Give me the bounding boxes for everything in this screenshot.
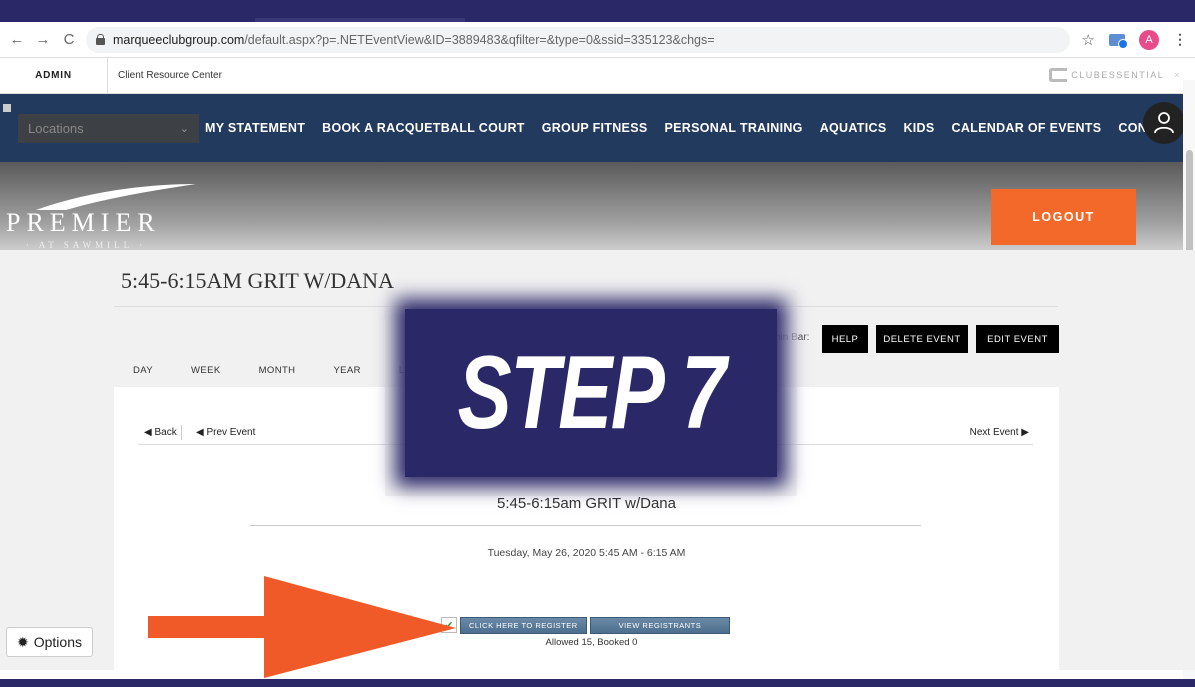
event-name-divider (250, 525, 921, 526)
link-divider (181, 425, 182, 440)
clubessential-logo-icon (1049, 68, 1068, 82)
register-button[interactable]: CLICK HERE TO REGISTER (460, 617, 587, 634)
step-overlay: STEP 7 (385, 290, 797, 496)
register-row: ✔ CLICK HERE TO REGISTER VIEW REGISTRANT… (441, 617, 731, 634)
tab-day[interactable]: DAY (133, 365, 153, 376)
step-badge: STEP 7 (405, 309, 777, 477)
gear-icon: ✹ (17, 633, 29, 650)
nav-link-group-fitness[interactable]: GROUP FITNESS (542, 121, 648, 135)
nav-link-my-statement[interactable]: MY STATEMENT (205, 121, 305, 135)
tab-week[interactable]: WEEK (191, 365, 221, 376)
lock-icon (96, 34, 105, 45)
url-path: /default.aspx?p=.NETEventView&ID=3889483… (244, 32, 715, 47)
options-button[interactable]: ✹ Options (6, 627, 93, 657)
user-account-button[interactable] (1143, 102, 1185, 144)
admin-tab[interactable]: ADMIN (0, 58, 108, 93)
clubessential-label: CLUBESSENTIAL (1071, 70, 1165, 80)
tab-year[interactable]: YEAR (333, 365, 360, 376)
page-title: 5:45-6:15AM GRIT W/DANA (121, 268, 394, 293)
back-arrow-icon[interactable]: ← (8, 31, 26, 49)
reload-icon[interactable]: C (60, 31, 78, 49)
step-label: STEP 7 (457, 334, 726, 451)
nav-link-book-a-racquetball-court[interactable]: BOOK A RACQUETBALL COURT (322, 121, 525, 135)
event-name: 5:45-6:15am GRIT w/Dana (497, 495, 676, 512)
address-bar: ← → C marqueeclubgroup.com/default.aspx?… (0, 22, 1195, 58)
delete-event-button[interactable]: DELETE EVENT (876, 325, 968, 353)
prev-event-link[interactable]: ◀ Prev Event (196, 427, 255, 438)
frame-bottom-band (0, 679, 1195, 687)
nav-link-calendar-of-events[interactable]: CALENDAR OF EVENTS (952, 121, 1102, 135)
bookmark-star-icon[interactable]: ☆ (1082, 31, 1095, 49)
close-icon[interactable]: × (1174, 70, 1181, 80)
profile-avatar[interactable]: A (1139, 29, 1159, 50)
edit-event-button[interactable]: EDIT EVENT (976, 325, 1059, 353)
forward-arrow-icon[interactable]: → (34, 31, 52, 49)
admin-bar: ADMIN Client Resource Center CLUBESSENTI… (0, 58, 1195, 94)
directory-icon[interactable] (3, 104, 11, 112)
event-date: Tuesday, May 26, 2020 5:45 AM - 6:15 AM (487, 547, 686, 559)
logo-main-text: PREMIER (6, 208, 161, 237)
user-icon (1154, 112, 1174, 134)
tab-month[interactable]: MONTH (259, 365, 296, 376)
pointer-arrow-icon (148, 576, 456, 678)
nav-links: MY STATEMENT BOOK A RACQUETBALL COURT GROU… (205, 121, 1189, 135)
locations-select[interactable]: Locations ⌄ (18, 113, 199, 143)
premier-logo[interactable]: PREMIER · AT SAWMILL · (6, 182, 206, 252)
logout-button[interactable]: LOGOUT (991, 189, 1136, 245)
browser-menu-icon[interactable]: ⋮ (1173, 31, 1187, 48)
options-label: Options (33, 634, 82, 650)
logo-sub-text: · AT SAWMILL · (26, 240, 147, 250)
main-nav: Locations ⌄ MY STATEMENT BOOK A RACQUETBA… (0, 94, 1195, 162)
nav-link-personal-training[interactable]: PERSONAL TRAINING (664, 121, 802, 135)
help-button[interactable]: HELP (822, 325, 868, 353)
client-resource-link[interactable]: Client Resource Center (108, 70, 222, 81)
next-event-link[interactable]: Next Event ▶ (970, 427, 1029, 438)
url-host: marqueeclubgroup.com (113, 32, 245, 47)
nav-link-aquatics[interactable]: AQUATICS (820, 121, 887, 135)
view-registrants-button[interactable]: VIEW REGISTRANTS (589, 617, 731, 634)
back-link[interactable]: ◀ Back (144, 427, 177, 438)
nav-link-kids[interactable]: KIDS (903, 121, 934, 135)
clubessential-brand: CLUBESSENTIAL × (1049, 68, 1181, 82)
locations-value: Locations (28, 120, 84, 136)
url-input[interactable]: marqueeclubgroup.com/default.aspx?p=.NET… (86, 26, 1070, 53)
extension-icon[interactable] (1109, 33, 1128, 49)
chevron-down-icon: ⌄ (179, 122, 189, 135)
